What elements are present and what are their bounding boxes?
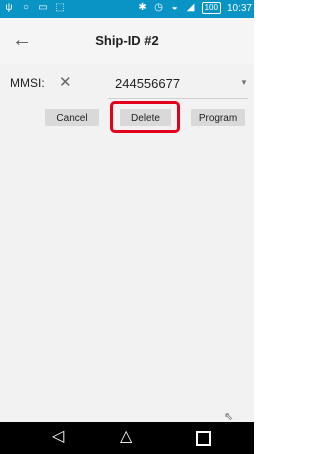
mmsi-underline — [108, 98, 248, 99]
status-right-icons: ✱ ◷ ◒ ◢ 100 10:37 — [138, 2, 252, 14]
main-content: MMSI: ✕ 244556677 ▼ Cancel Delete Progra… — [0, 64, 254, 423]
image-icon: ▭ — [38, 2, 48, 13]
bluetooth-icon: ✱ — [138, 2, 147, 13]
close-icon[interactable]: ✕ — [59, 73, 72, 91]
status-left-icons: ψ ○ ▭ ⬚ — [4, 2, 65, 14]
status-time: 10:37 — [226, 2, 252, 14]
app-screen: ψ ○ ▭ ⬚ ✱ ◷ ◒ ◢ 100 10:37 ← Ship-ID #2 M… — [0, 0, 254, 454]
mmsi-label: MMSI: — [10, 76, 45, 90]
alarm-icon: ◷ — [154, 2, 163, 13]
notification-icon: ⬚ — [55, 2, 65, 13]
nav-home-icon[interactable]: △ — [120, 428, 132, 446]
cancel-button[interactable]: Cancel — [45, 109, 99, 126]
page-title: Ship-ID #2 — [95, 33, 159, 48]
location-icon: ○ — [22, 2, 30, 13]
battery-icon: 100 — [201, 2, 221, 14]
navigation-bar: ◁ △ — [0, 422, 254, 454]
program-button[interactable]: Program — [191, 109, 245, 126]
mmsi-select[interactable]: 244556677 — [115, 76, 180, 91]
status-bar: ψ ○ ▭ ⬚ ✱ ◷ ◒ ◢ 100 10:37 — [0, 0, 254, 18]
nav-recent-apps-icon[interactable] — [196, 431, 211, 446]
nav-back-icon[interactable]: ◁ — [52, 428, 64, 446]
delete-highlight-annotation — [110, 101, 180, 133]
wifi-icon: ◒ — [171, 2, 178, 13]
usb-icon: ψ — [5, 2, 13, 13]
mmsi-row: MMSI: ✕ 244556677 ▼ — [0, 72, 254, 99]
caret-down-icon[interactable]: ▼ — [240, 78, 248, 87]
app-bar: ← Ship-ID #2 — [0, 18, 254, 64]
signal-icon: ◢ — [186, 2, 195, 13]
